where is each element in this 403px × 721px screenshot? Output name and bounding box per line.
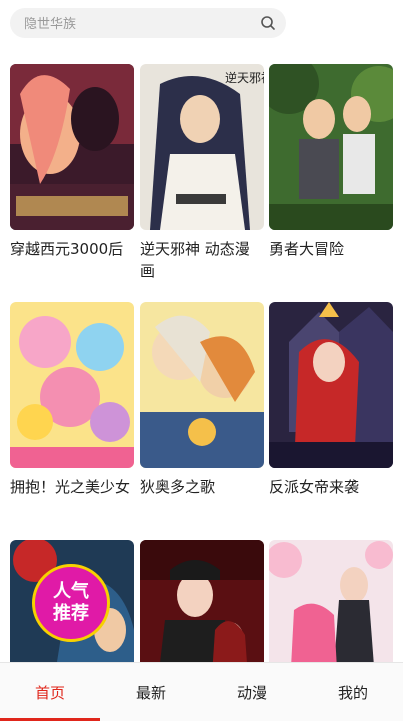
tab-label: 最新 — [135, 683, 166, 702]
cover-art — [140, 302, 264, 468]
comic-card[interactable]: 拥抱！光之美少女 — [10, 302, 134, 498]
tab-mine[interactable]: 我的 — [303, 663, 403, 721]
tab-label: 动漫 — [236, 683, 267, 702]
search-input[interactable] — [22, 8, 256, 40]
comic-title[interactable]: 拥抱！光之美少女 — [10, 476, 134, 498]
comic-card[interactable]: 狄奥多之歌 — [140, 302, 264, 498]
cover-art — [269, 302, 393, 468]
badge-text: 人气 — [53, 581, 89, 602]
comic-title[interactable]: 穿越西元3000后 — [10, 238, 134, 260]
tab-home[interactable]: 首页 — [0, 663, 100, 721]
comic-cover[interactable]: 逆天邪神 — [140, 64, 264, 230]
comic-cover[interactable] — [269, 302, 393, 468]
comic-card[interactable]: 穿越西元3000后 — [10, 64, 134, 260]
popular-badge: 人气 推荐 — [32, 564, 110, 642]
cover-art: 逆天邪神 — [140, 64, 264, 230]
search-bar[interactable] — [10, 8, 286, 40]
tab-latest[interactable]: 最新 — [101, 663, 201, 721]
comic-title[interactable]: 勇者大冒险 — [269, 238, 393, 260]
comic-card[interactable]: 反派女帝来袭 — [269, 302, 393, 498]
comic-cover[interactable] — [10, 64, 134, 230]
search-icon[interactable] — [260, 15, 276, 31]
comic-card[interactable]: 勇者大冒险 — [269, 64, 393, 260]
comic-title[interactable]: 逆天邪神 动态漫画 — [140, 238, 264, 282]
comic-cover[interactable] — [269, 64, 393, 230]
comic-card[interactable]: 逆天邪神 逆天邪神 动态漫画 — [140, 64, 264, 282]
cover-art — [10, 302, 134, 468]
tab-label: 首页 — [34, 683, 65, 702]
svg-text:逆天邪神: 逆天邪神 — [225, 70, 264, 85]
tab-anime[interactable]: 动漫 — [202, 663, 302, 721]
cover-art — [10, 64, 134, 230]
comic-title[interactable]: 狄奥多之歌 — [140, 476, 264, 498]
tab-label: 我的 — [337, 683, 368, 702]
bottom-tab-bar: 首页 最新 动漫 我的 — [0, 662, 403, 721]
comic-title[interactable]: 反派女帝来袭 — [269, 476, 393, 498]
badge-text: 推荐 — [53, 603, 89, 624]
comic-cover[interactable] — [10, 302, 134, 468]
comic-cover[interactable] — [140, 302, 264, 468]
cover-art — [269, 64, 393, 230]
